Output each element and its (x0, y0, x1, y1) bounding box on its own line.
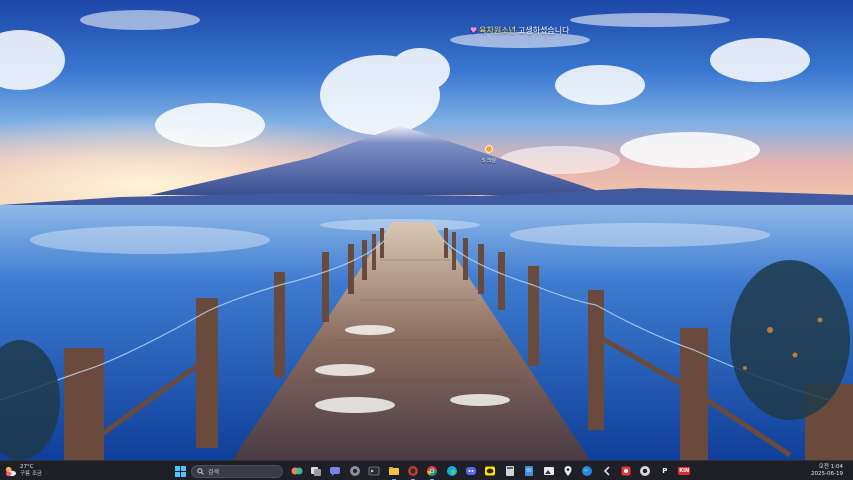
p-app-icon: P (662, 467, 668, 475)
document-button[interactable] (521, 463, 537, 479)
kakaotalk-button[interactable] (482, 463, 498, 479)
red-app-icon (621, 466, 631, 476)
map-pin-icon (485, 145, 493, 153)
kin-app-button[interactable]: KIN (676, 463, 692, 479)
map-pin[interactable]: 5 크실 (482, 145, 496, 167)
kakaotalk-icon (485, 466, 496, 476)
settings-icon (349, 466, 360, 476)
weather-widget[interactable]: 27°C 구름 조금 (4, 463, 42, 479)
widgets-icon (291, 467, 303, 475)
red-app-button[interactable] (618, 463, 634, 479)
kin-app-icon: KIN (678, 467, 691, 475)
photos-icon (543, 467, 554, 475)
search-placeholder: 검색 (208, 468, 220, 476)
p-app-button[interactable]: P (657, 463, 673, 479)
clock-time: 오전 1:04 (818, 464, 843, 470)
document-icon (525, 466, 534, 476)
map-pin-label: 5 크실 (482, 158, 496, 164)
earth-icon (582, 466, 593, 476)
photos-button[interactable] (541, 463, 557, 479)
start-button[interactable] (172, 463, 188, 479)
maps-icon (564, 466, 572, 476)
widgets-button[interactable] (289, 463, 305, 479)
game-icon (407, 466, 418, 476)
weather-description: 구름 조금 (20, 471, 42, 477)
circle-app-icon (640, 466, 651, 476)
terminal-icon (368, 466, 380, 476)
game-button[interactable] (405, 463, 421, 480)
clock-date: 2025-06-19 (811, 471, 843, 477)
task-view-button[interactable] (308, 463, 324, 479)
maps-button[interactable] (560, 463, 576, 479)
desktop-notice: ♥ 육차원소년 고생하셨습니다 (470, 25, 570, 36)
taskbar-search-box[interactable]: 검색 (191, 464, 283, 478)
settings-button[interactable] (347, 463, 363, 479)
back-app-icon (603, 466, 610, 476)
notice-username: 육차원소년 (479, 26, 516, 35)
calculator-icon (505, 466, 514, 476)
discord-icon (466, 467, 477, 475)
file-explorer-icon (388, 467, 399, 475)
earth-button[interactable] (579, 463, 595, 479)
task-view-icon (311, 467, 322, 476)
wallpaper-image (0, 0, 853, 460)
notice-message: 고생하셨습니다 (517, 26, 570, 35)
edge-icon (446, 466, 457, 476)
heart-icon: ♥ (470, 26, 478, 35)
weather-temperature: 27°C (20, 464, 34, 470)
edge-button[interactable] (444, 463, 460, 479)
taskbar-apps: 검색 P KIN (172, 463, 694, 480)
terminal-button[interactable] (366, 463, 382, 479)
cloudy-sun-icon (5, 466, 17, 476)
back-app-button[interactable] (599, 463, 615, 479)
search-icon (197, 467, 204, 475)
chrome-icon (427, 466, 438, 476)
chat-button[interactable] (327, 463, 343, 479)
taskbar: 27°C 구름 조금 검색 P KIN 오전 1:04 2025-06-19 (0, 460, 853, 480)
file-explorer-button[interactable] (386, 463, 402, 480)
discord-button[interactable] (463, 463, 479, 479)
windows-logo-icon (174, 465, 186, 477)
chrome-button[interactable] (424, 463, 440, 480)
chat-icon (330, 467, 341, 476)
calculator-button[interactable] (502, 463, 518, 479)
desktop[interactable]: ♥ 육차원소년 고생하셨습니다 5 크실 (0, 0, 853, 460)
system-clock[interactable]: 오전 1:04 2025-06-19 (811, 463, 843, 479)
circle-app-button[interactable] (637, 463, 653, 479)
